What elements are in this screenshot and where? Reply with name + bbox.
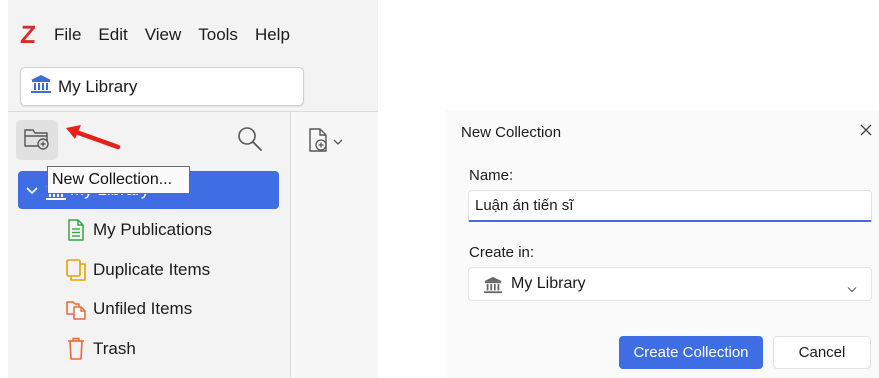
library-icon <box>483 276 503 299</box>
window-top-edge <box>8 0 378 6</box>
menu-bar: Z File Edit View Tools Help <box>8 18 290 52</box>
menu-help[interactable]: Help <box>255 25 290 45</box>
annotation-arrow-icon <box>66 125 121 150</box>
close-button[interactable] <box>858 122 878 142</box>
collection-name-input[interactable] <box>468 190 872 222</box>
new-collection-button[interactable] <box>16 120 58 160</box>
menu-tools[interactable]: Tools <box>198 25 238 45</box>
tree-item-label: Unfiled Items <box>93 299 193 318</box>
create-in-select[interactable]: My Library <box>468 267 872 301</box>
tree-item-label: Trash <box>93 339 136 358</box>
tree-item-unfiled-items[interactable]: Unfiled Items <box>65 295 192 323</box>
search-icon <box>236 125 264 158</box>
tree-item-trash[interactable]: Trash <box>65 335 136 363</box>
new-collection-dialog: New Collection Name: Create in: My Libra… <box>446 110 879 378</box>
library-selector-label: My Library <box>58 76 138 96</box>
tree-item-duplicate-items[interactable]: Duplicate Items <box>65 256 210 284</box>
trash-icon <box>65 337 87 361</box>
new-collection-icon <box>23 126 51 155</box>
tooltip: New Collection... <box>47 166 190 194</box>
close-icon <box>858 124 874 142</box>
create-in-value: My Library <box>511 275 586 292</box>
chevron-down-icon <box>847 280 857 298</box>
name-label: Name: <box>469 167 514 184</box>
menu-view[interactable]: View <box>145 25 182 45</box>
search-button[interactable] <box>232 124 268 158</box>
tree-item-my-publications[interactable]: My Publications <box>65 216 212 244</box>
unfiled-items-icon <box>65 297 87 321</box>
zotero-logo: Z <box>19 20 37 49</box>
new-item-icon <box>308 127 330 158</box>
zotero-window: Z File Edit View Tools Help My Library N… <box>8 0 378 378</box>
publications-icon <box>65 218 87 242</box>
chevron-down-icon[interactable] <box>26 183 38 201</box>
cancel-button[interactable]: Cancel <box>773 336 871 369</box>
duplicate-items-icon <box>65 258 87 282</box>
tree-item-label: Duplicate Items <box>93 260 211 279</box>
new-item-button[interactable] <box>308 125 358 159</box>
menu-file[interactable]: File <box>54 25 81 45</box>
create-in-label: Create in: <box>469 244 535 261</box>
library-selector[interactable]: My Library <box>20 67 304 106</box>
library-icon <box>30 74 52 99</box>
dialog-title: New Collection <box>461 124 562 141</box>
tree-item-label: My Publications <box>93 220 213 239</box>
menu-edit[interactable]: Edit <box>98 25 127 45</box>
create-collection-button[interactable]: Create Collection <box>619 336 763 369</box>
chevron-down-icon <box>333 133 343 151</box>
